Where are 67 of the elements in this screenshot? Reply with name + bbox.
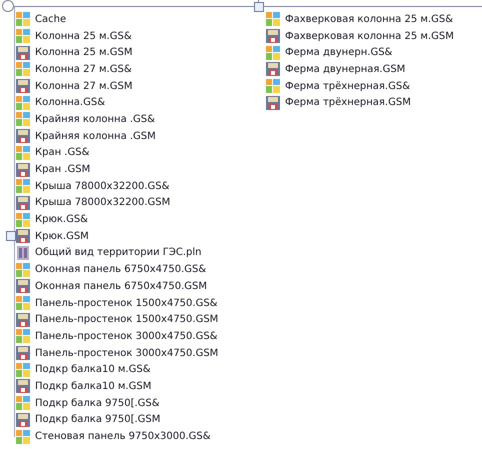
document-icon <box>15 378 31 394</box>
document-icon <box>15 44 31 61</box>
file-icon <box>15 295 31 312</box>
document-icon <box>265 28 281 44</box>
file-item[interactable]: Оконная панель 6750x4750.GSM <box>15 278 265 295</box>
file-icon <box>265 78 281 94</box>
file-icon <box>15 111 31 128</box>
file-icon <box>15 94 31 111</box>
file-item[interactable]: Колонна 25 м.GSM <box>15 44 265 62</box>
document-icon <box>15 312 31 328</box>
document-icon <box>15 228 31 244</box>
file-item[interactable]: Подкр балка 9750[.GSM <box>15 412 265 428</box>
file-item[interactable]: Колонна.GS& <box>15 94 265 112</box>
file-item[interactable]: Крайняя колонна .GS& <box>15 111 265 128</box>
file-icon <box>15 428 31 445</box>
file-item[interactable]: Колонна 25 м.GS& <box>15 28 265 44</box>
document-icon <box>15 162 31 178</box>
file-item[interactable]: Общий вид территории ГЭС.pln <box>15 244 265 262</box>
file-item[interactable]: Крайняя колонна .GSM <box>15 128 265 144</box>
file-icon <box>15 11 31 28</box>
file-item[interactable]: Подкр балка 9750[.GS& <box>15 394 265 412</box>
file-icon <box>15 328 31 344</box>
file-item[interactable]: Ферма трёхнерная.GSM <box>265 94 480 112</box>
file-item[interactable]: Крыша 78000x32200.GSM <box>15 194 265 212</box>
file-item[interactable]: Стеновая панель 9750x3000.GS& <box>15 428 265 445</box>
document-icon <box>15 78 31 94</box>
round-handle[interactable] <box>2 0 14 12</box>
file-item[interactable]: Ферма двунерн.GS& <box>265 44 480 62</box>
plan-icon <box>15 244 31 261</box>
document-icon <box>265 61 281 78</box>
file-item[interactable]: Ферма трёхнерная.GS& <box>265 78 480 94</box>
square-handle[interactable] <box>6 231 16 241</box>
file-item[interactable]: Панель-простенок 1500x4750.GSM <box>15 311 265 328</box>
file-item[interactable]: Панель-простенок 1500x4750.GS& <box>15 294 265 312</box>
file-item[interactable]: Ферма двунерная.GSM <box>265 61 480 78</box>
file-item[interactable]: Крюк.GS& <box>15 211 265 228</box>
document-icon <box>15 345 31 362</box>
document-icon <box>15 128 31 144</box>
file-item[interactable]: Фахверковая колонна 25 м.GSM <box>265 28 480 44</box>
file-item[interactable]: Фахверковая колонна 25 м.GS& <box>265 11 480 28</box>
file-item[interactable]: Оконная панель 6750x4750.GS& <box>15 261 265 278</box>
file-icon <box>265 44 281 61</box>
file-icon <box>15 362 31 378</box>
file-icon <box>15 212 31 228</box>
file-icon <box>15 178 31 194</box>
file-item[interactable]: Панель-простенок 3000x4750.GS& <box>15 328 265 345</box>
file-item[interactable]: Кран .GS& <box>15 144 265 162</box>
document-icon <box>15 412 31 428</box>
document-icon <box>15 194 31 211</box>
file-item[interactable]: Крюк.GSM <box>15 228 265 245</box>
file-item[interactable]: Кран .GSM <box>15 161 265 178</box>
file-item[interactable]: Колонна 27 м.GS& <box>15 61 265 78</box>
file-icon <box>15 395 31 412</box>
square-handle[interactable] <box>254 2 264 12</box>
document-icon <box>265 94 281 111</box>
file-icon <box>15 61 31 78</box>
file-icon <box>15 262 31 278</box>
file-item[interactable]: Колонна 27 м.GSM <box>15 78 265 94</box>
file-item[interactable]: Панель-простенок 3000x4750.GSM <box>15 344 265 362</box>
file-item[interactable]: Подкр балка10 м.GSM <box>15 378 265 395</box>
document-icon <box>15 278 31 294</box>
file-icon <box>15 144 31 161</box>
file-item[interactable]: Крыша 78000x32200.GS& <box>15 178 265 195</box>
file-icon <box>265 11 281 28</box>
file-icon <box>15 28 31 44</box>
file-item[interactable]: Подкр балка10 м.GS& <box>15 361 265 378</box>
file-item[interactable]: Cache <box>15 11 265 28</box>
